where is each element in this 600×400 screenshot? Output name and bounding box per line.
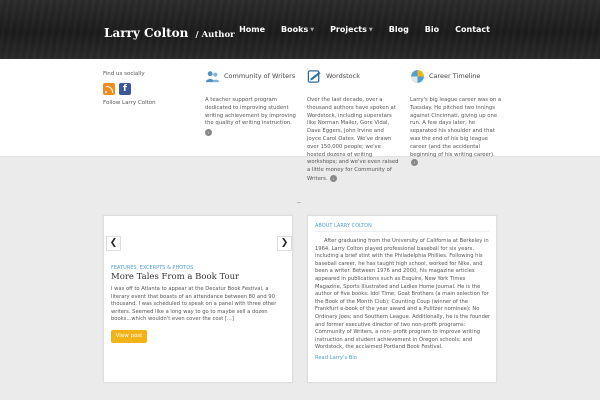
more-arrow-icon[interactable]: › xyxy=(411,159,418,167)
features-band: Find us socially f Follow Larry Colton C… xyxy=(0,59,600,182)
wordstock-icon xyxy=(307,70,321,83)
nav-bio[interactable]: Bio xyxy=(425,25,439,34)
feature-text: Over the last decade, over a thousand au… xyxy=(307,97,399,184)
feature-text-body: A teacher support program dedicated to i… xyxy=(205,97,296,127)
feature-title[interactable]: Community of Writers xyxy=(224,72,295,80)
facebook-icon[interactable]: f xyxy=(119,83,131,95)
chevron-down-icon: ▼ xyxy=(310,27,315,33)
find-us-title: Find us socially xyxy=(103,71,145,77)
nav-label: Blog xyxy=(388,25,409,34)
nav-label: Home xyxy=(239,25,266,34)
post-excerpt: I was off to Atlanta to appear at the De… xyxy=(111,286,277,323)
view-post-button[interactable]: View post xyxy=(111,330,147,343)
main-nav: Home Books ▼ Projects ▼ Blog Bio Contact xyxy=(223,25,490,34)
feature-title[interactable]: Career Timeline xyxy=(429,72,480,80)
feature-title[interactable]: Wordstock xyxy=(326,72,360,80)
nav-label: Projects xyxy=(330,25,367,34)
site-logo[interactable]: Larry Colton / Author xyxy=(104,22,235,41)
rss-icon[interactable] xyxy=(103,83,115,95)
feature-text: A teacher support program dedicated to i… xyxy=(205,97,297,137)
more-arrow-icon[interactable]: › xyxy=(205,129,212,137)
timeline-icon xyxy=(411,70,424,83)
slider-prev-button[interactable]: ❮ xyxy=(106,236,121,251)
site-header: Larry Colton / Author Home Books ▼ Projec… xyxy=(0,0,600,59)
chevron-down-icon: ▼ xyxy=(368,27,373,33)
read-bio-link[interactable]: Read Larry's Bio xyxy=(315,355,357,361)
follow-link[interactable]: Follow Larry Colton xyxy=(103,100,156,106)
nav-books[interactable]: Books ▼ xyxy=(281,25,314,34)
slider-next-button[interactable]: ❯ xyxy=(277,236,292,251)
feature-text-body: Larry's big league career was on a Tuesd… xyxy=(410,97,502,158)
about-heading: ABOUT LARRY COLTON xyxy=(315,223,372,229)
nav-contact[interactable]: Contact xyxy=(455,25,490,34)
nav-projects[interactable]: Projects ▼ xyxy=(330,25,373,34)
nav-blog[interactable]: Blog xyxy=(389,25,409,34)
post-category[interactable]: FEATURES, EXCERPTS & PHOTOS xyxy=(111,265,193,271)
post-title[interactable]: More Tales From a Book Tour xyxy=(111,272,239,282)
feature-text: Larry's big league career was on a Tuesd… xyxy=(410,97,502,168)
about-divider xyxy=(315,231,489,232)
logo-name: Larry Colton xyxy=(104,26,189,40)
section-divider xyxy=(297,202,301,203)
about-text: After graduating from the University of … xyxy=(315,238,491,351)
nav-label: Contact xyxy=(455,25,490,34)
social-icons: f xyxy=(103,83,135,95)
community-icon xyxy=(205,71,220,83)
nav-label: Books xyxy=(281,25,309,34)
nav-home[interactable]: Home xyxy=(239,25,265,34)
feature-text-body: Over the last decade, over a thousand au… xyxy=(307,97,399,182)
nav-label: Bio xyxy=(424,25,440,34)
more-arrow-icon[interactable]: › xyxy=(330,174,338,182)
